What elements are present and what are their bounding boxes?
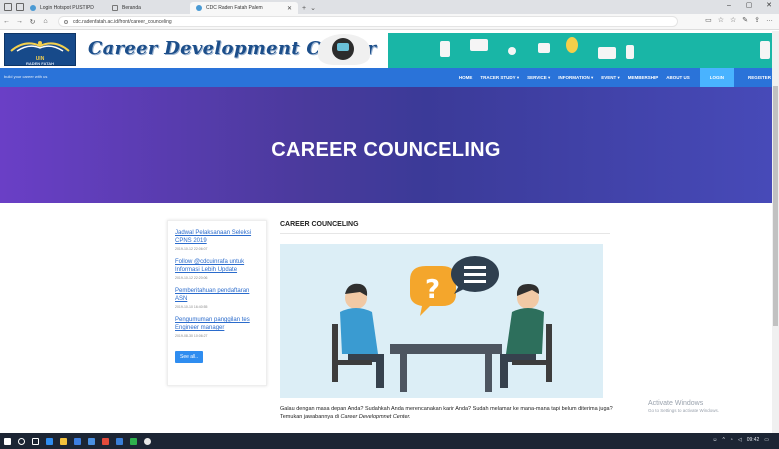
chrome-icon[interactable] <box>140 433 154 449</box>
edge-browser-icon[interactable] <box>42 433 56 449</box>
recent-posts-sidebar: Jadwal Pelaksanaan Seleksi CPNS 2019 201… <box>167 220 267 386</box>
mail-icon[interactable] <box>84 433 98 449</box>
task-view-icon[interactable] <box>28 433 42 449</box>
tab-cdc[interactable]: CDC Raden Fatah Palem ✕ <box>190 2 298 14</box>
scrollbar-thumb[interactable] <box>773 86 778 326</box>
search-icon[interactable] <box>14 433 28 449</box>
tab-login-hotspot[interactable]: Login Hotspot PUSTIPD <box>24 2 106 14</box>
close-window-icon[interactable]: ✕ <box>759 0 779 12</box>
close-tab-icon[interactable]: ✕ <box>287 5 292 12</box>
refresh-icon[interactable]: ↻ <box>26 18 39 26</box>
list-item: Follow @cdcuinrafa untuk Informasi Lebih… <box>175 258 266 280</box>
app-blue-icon[interactable] <box>112 433 126 449</box>
store-icon[interactable] <box>70 433 84 449</box>
post-date: 2019-08-30 10:06:27 <box>175 334 208 338</box>
start-windows-icon[interactable] <box>0 433 14 449</box>
file-explorer-icon[interactable] <box>56 433 70 449</box>
list-item: Pemberitahuan pendaftaran ASN 2019-10-10… <box>175 287 266 309</box>
clock[interactable]: 09:42 <box>747 437 760 443</box>
back-icon[interactable]: ← <box>0 18 13 25</box>
favorites-icon[interactable]: ☆ <box>730 16 736 24</box>
browser-tab-strip: Login Hotspot PUSTIPD Beranda CDC Raden … <box>0 0 779 14</box>
login-button[interactable]: LOGIN <box>699 68 734 87</box>
reading-view-icon[interactable]: ▭ <box>705 16 712 24</box>
uin-emblem-icon <box>10 41 70 52</box>
globe-icon <box>30 5 36 11</box>
nav-event[interactable]: EVENT ▾ <box>597 75 624 81</box>
header-decoration <box>388 33 779 68</box>
volume-icon[interactable]: ◁ <box>738 437 742 443</box>
page-scrollbar[interactable] <box>772 31 779 433</box>
post-date: 2019-10-12 22:06:07 <box>175 247 208 251</box>
tab-actions-icon[interactable] <box>4 3 12 11</box>
content-paragraph: Galau dengan masa depan Anda? Sudahkah A… <box>280 406 613 420</box>
nav-information[interactable]: INFORMATION ▾ <box>554 75 597 81</box>
window-controls: – ▢ ✕ <box>719 0 779 12</box>
svg-text:?: ? <box>425 275 440 305</box>
activate-windows-watermark: Activate Windows Go to Settings to activ… <box>648 400 720 413</box>
os-taskbar: ☺ ^ ◔ ◁ 09:42 ▭ <box>0 433 779 449</box>
info-icon[interactable] <box>64 20 68 24</box>
post-link[interactable]: Pengumuman panggilan tes Engineer manage… <box>175 316 255 332</box>
pen-icon[interactable]: ✎ <box>742 16 748 24</box>
list-item: Pengumuman panggilan tes Engineer manage… <box>175 316 266 338</box>
tab-list-chevron-icon[interactable]: ⌄ <box>310 4 316 12</box>
nav-about-us[interactable]: ABOUT US <box>662 75 694 80</box>
people-icon[interactable]: ☺ <box>712 437 717 443</box>
app-green-icon[interactable] <box>126 433 140 449</box>
post-link[interactable]: Follow @cdcuinrafa untuk Informasi Lebih… <box>175 258 255 274</box>
forward-icon[interactable]: → <box>13 18 26 25</box>
tab-sidebar-icon[interactable] <box>16 3 24 11</box>
post-link[interactable]: Pemberitahuan pendaftaran ASN <box>175 287 255 303</box>
site-tagline: build your career with us <box>4 74 48 79</box>
nav-membership[interactable]: MEMBERSHIP <box>624 75 663 80</box>
tab-beranda[interactable]: Beranda <box>106 2 190 14</box>
browser-tools: ▭ ☆ ☆ ✎ ⇪ … <box>705 16 773 24</box>
nav-tracer-study[interactable]: TRACER STUDY ▾ <box>476 75 523 81</box>
share-icon[interactable]: ⇪ <box>754 16 760 24</box>
network-icon[interactable]: ◔ <box>730 437 733 443</box>
favorite-star-icon[interactable]: ☆ <box>718 16 724 24</box>
system-tray: ☺ ^ ◔ ◁ 09:42 ▭ <box>712 437 769 443</box>
page-title: CAREER COUNCELING <box>271 139 501 161</box>
minimize-icon[interactable]: – <box>719 0 739 12</box>
divider <box>280 233 610 234</box>
url-field[interactable]: cdc.radenfatah.ac.id/front/career_counce… <box>58 16 678 27</box>
nav-home[interactable]: HOME <box>455 75 477 80</box>
nav-service[interactable]: SERVICE ▾ <box>523 75 554 81</box>
post-date: 2019-10-12 22:20:06 <box>175 276 208 280</box>
main-nav: build your career with us HOME TRACER ST… <box>0 68 779 87</box>
notifications-icon[interactable]: ▭ <box>764 437 769 443</box>
page-icon <box>112 5 118 11</box>
new-tab-icon[interactable]: + <box>302 5 306 12</box>
address-toolbar: ← → ↻ ⌂ cdc.radenfatah.ac.id/front/caree… <box>0 14 779 30</box>
list-item: Jadwal Pelaksanaan Seleksi CPNS 2019 201… <box>175 229 266 251</box>
counseling-illustration: ? <box>280 244 603 398</box>
content-title: CAREER COUNCELING <box>280 221 359 228</box>
home-icon[interactable]: ⌂ <box>39 18 52 25</box>
hero-banner: CAREER COUNCELING <box>0 87 772 203</box>
more-icon[interactable]: … <box>766 16 773 24</box>
tray-chevron-icon[interactable]: ^ <box>723 437 725 443</box>
maximize-icon[interactable]: ▢ <box>739 0 759 12</box>
site-banner: UIN RADEN FATAH Career Development Cente… <box>0 31 779 68</box>
uin-logo[interactable]: UIN RADEN FATAH <box>4 33 76 66</box>
app-red-icon[interactable] <box>98 433 112 449</box>
mascot-graphic <box>318 34 370 65</box>
see-all-button[interactable]: See all.. <box>175 351 204 363</box>
site-favicon-icon <box>196 5 202 11</box>
post-date: 2019-10-10 16:40:55 <box>175 305 208 309</box>
post-link[interactable]: Jadwal Pelaksanaan Seleksi CPNS 2019 <box>175 229 255 245</box>
